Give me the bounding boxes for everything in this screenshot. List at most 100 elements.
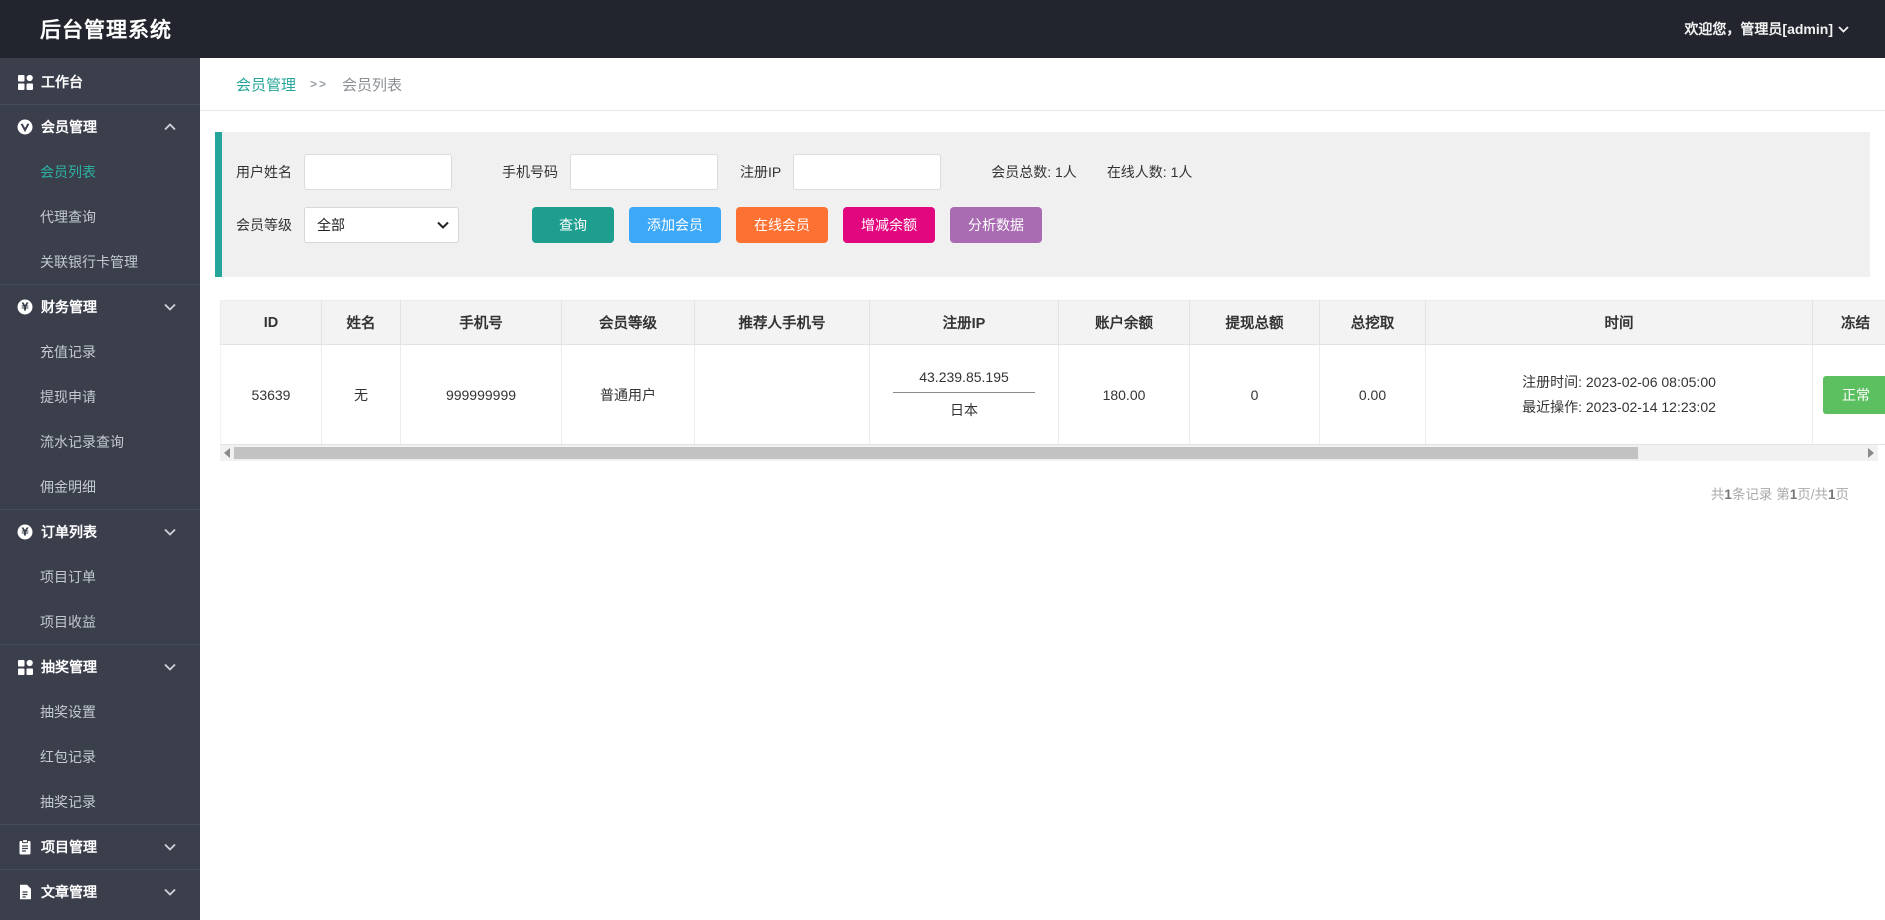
sidebar-item-workbench[interactable]: 工作台 xyxy=(0,59,200,104)
pagination-summary: 共1条记录 第1页/共1页 xyxy=(1711,483,1849,503)
sidebar-item-redpacket-records[interactable]: 红包记录 xyxy=(0,734,200,779)
cell-time: 注册时间: 2023-02-06 08:05:00 最近操作: 2023-02-… xyxy=(1426,345,1813,445)
cell-referrer xyxy=(695,345,870,445)
col-header-id: ID xyxy=(221,301,322,345)
pager-text: 条记录 第 xyxy=(1732,487,1790,502)
phone-input[interactable] xyxy=(570,154,718,190)
horizontal-scrollbar[interactable] xyxy=(220,445,1878,461)
sidebar-item-label: 代理查询 xyxy=(40,207,96,227)
pager-text: 页/共 xyxy=(1797,487,1828,502)
members-table: ID 姓名 手机号 会员等级 推荐人手机号 注册IP 账户余额 提现总额 总挖取… xyxy=(220,300,1885,445)
sidebar-item-project-orders[interactable]: 项目订单 xyxy=(0,554,200,599)
col-header-balance: 账户余额 xyxy=(1059,301,1190,345)
sidebar-item-article-management[interactable]: 文章管理 xyxy=(0,869,200,914)
col-header-phone: 手机号 xyxy=(401,301,562,345)
yen-circle-icon: ¥ xyxy=(17,299,33,315)
filter-panel: 用户姓名 手机号码 注册IP 会员总数: 1人 在线人数: 1人 会员等级 全部… xyxy=(215,132,1870,277)
table-row: 53639 无 999999999 普通用户 43.239.85.195 日本 … xyxy=(221,345,1885,445)
member-level-select[interactable]: 全部 xyxy=(304,207,459,243)
chevron-down-icon xyxy=(164,843,176,851)
members-table-wrap: ID 姓名 手机号 会员等级 推荐人手机号 注册IP 账户余额 提现总额 总挖取… xyxy=(220,300,1885,445)
scroll-right-arrow-icon[interactable] xyxy=(1868,448,1874,458)
sidebar-item-bank-card-management[interactable]: 关联银行卡管理 xyxy=(0,239,200,284)
sidebar-item-label: 文章管理 xyxy=(41,882,97,902)
top-bar: 后台管理系统 欢迎您，管理员[admin] xyxy=(0,0,1885,58)
col-header-time: 时间 xyxy=(1426,301,1813,345)
col-header-level: 会员等级 xyxy=(562,301,695,345)
sidebar-item-agent-query[interactable]: 代理查询 xyxy=(0,194,200,239)
chevron-down-icon xyxy=(164,528,176,536)
sidebar-item-order-list[interactable]: ¥ 订单列表 xyxy=(0,509,200,554)
sidebar-item-label: 项目订单 xyxy=(40,567,96,587)
breadcrumb-section-link[interactable]: 会员管理 xyxy=(236,74,296,95)
app-title: 后台管理系统 xyxy=(40,14,172,44)
sidebar-item-label: 红包记录 xyxy=(40,747,96,767)
sidebar-item-project-management[interactable]: 项目管理 xyxy=(0,824,200,869)
col-header-name: 姓名 xyxy=(322,301,401,345)
document-icon xyxy=(17,884,33,900)
sidebar-item-commission-details[interactable]: 佣金明细 xyxy=(0,464,200,509)
adjust-balance-button[interactable]: 增减余额 xyxy=(843,207,935,243)
ip-address-link[interactable]: 43.239.85.195 xyxy=(893,369,1035,393)
col-header-mined: 总挖取 xyxy=(1320,301,1426,345)
register-time: 注册时间: 2023-02-06 08:05:00 xyxy=(1522,370,1716,395)
sidebar-item-label: 充值记录 xyxy=(40,342,96,362)
sidebar-item-finance-management[interactable]: ¥ 财务管理 xyxy=(0,284,200,329)
member-level-select-wrap: 全部 xyxy=(304,207,459,243)
sidebar-item-member-management[interactable]: 会员管理 xyxy=(0,104,200,149)
user-menu[interactable]: 欢迎您，管理员[admin] xyxy=(1684,19,1849,39)
sidebar-item-lottery-settings[interactable]: 抽奖设置 xyxy=(0,689,200,734)
table-header-row: ID 姓名 手机号 会员等级 推荐人手机号 注册IP 账户余额 提现总额 总挖取… xyxy=(221,301,1885,345)
pager-total-pages: 1 xyxy=(1828,487,1836,502)
col-header-withdraw: 提现总额 xyxy=(1190,301,1320,345)
member-stats: 会员总数: 1人 在线人数: 1人 xyxy=(991,162,1192,182)
last-operation-time: 最近操作: 2023-02-14 12:23:02 xyxy=(1522,395,1716,420)
user-menu-label: 欢迎您，管理员[admin] xyxy=(1684,19,1833,39)
sidebar: 工作台 会员管理 会员列表 代理查询 关联银行卡管理 ¥ 财务管理 充值记录 提… xyxy=(0,58,200,920)
sidebar-item-label: 工作台 xyxy=(41,72,83,92)
username-input[interactable] xyxy=(304,154,452,190)
cell-level: 普通用户 xyxy=(562,345,695,445)
grid-icon xyxy=(17,659,33,675)
cell-mined: 0.00 xyxy=(1320,345,1426,445)
clipboard-icon xyxy=(17,839,33,855)
sidebar-item-member-list[interactable]: 会员列表 xyxy=(0,149,200,194)
analyze-data-button[interactable]: 分析数据 xyxy=(950,207,1042,243)
sidebar-item-label: 会员列表 xyxy=(40,162,96,182)
ip-region: 日本 xyxy=(870,393,1058,420)
register-ip-input[interactable] xyxy=(793,154,941,190)
admin-app: 后台管理系统 欢迎您，管理员[admin] 工作台 会员管理 会员列表 代理查询… xyxy=(0,0,1885,920)
phone-label: 手机号码 xyxy=(502,162,558,182)
online-members-stat: 在线人数: 1人 xyxy=(1107,162,1193,182)
svg-text:¥: ¥ xyxy=(21,527,29,539)
sidebar-item-transaction-records[interactable]: 流水记录查询 xyxy=(0,419,200,464)
query-button[interactable]: 查询 xyxy=(532,207,614,243)
total-members-stat: 会员总数: 1人 xyxy=(991,162,1077,182)
sidebar-item-label: 抽奖记录 xyxy=(40,792,96,812)
sidebar-item-lottery-management[interactable]: 抽奖管理 xyxy=(0,644,200,689)
status-normal-button[interactable]: 正常 xyxy=(1823,376,1885,414)
scrollbar-thumb[interactable] xyxy=(234,447,1638,459)
sidebar-item-label: 财务管理 xyxy=(41,297,97,317)
sidebar-item-project-earnings[interactable]: 项目收益 xyxy=(0,599,200,644)
cell-balance: 180.00 xyxy=(1059,345,1190,445)
sidebar-item-label: 会员管理 xyxy=(41,117,97,137)
chevron-down-icon xyxy=(1838,26,1849,33)
pager-total-records: 1 xyxy=(1724,487,1732,502)
chevron-down-icon xyxy=(164,888,176,896)
sidebar-item-withdrawal-requests[interactable]: 提现申请 xyxy=(0,374,200,419)
online-members-button[interactable]: 在线会员 xyxy=(736,207,828,243)
sidebar-item-label: 提现申请 xyxy=(40,387,96,407)
scroll-left-arrow-icon[interactable] xyxy=(224,448,230,458)
breadcrumb-current-page: 会员列表 xyxy=(342,74,402,95)
register-ip-label: 注册IP xyxy=(740,162,781,182)
breadcrumb-separator: >> xyxy=(310,77,328,91)
add-member-button[interactable]: 添加会员 xyxy=(629,207,721,243)
grid-icon xyxy=(17,74,33,90)
sidebar-item-label: 关联银行卡管理 xyxy=(40,252,138,272)
cell-status: 正常 xyxy=(1813,345,1885,445)
sidebar-item-lottery-records[interactable]: 抽奖记录 xyxy=(0,779,200,824)
cell-id: 53639 xyxy=(221,345,322,445)
sidebar-item-recharge-records[interactable]: 充值记录 xyxy=(0,329,200,374)
member-level-label: 会员等级 xyxy=(236,215,292,235)
